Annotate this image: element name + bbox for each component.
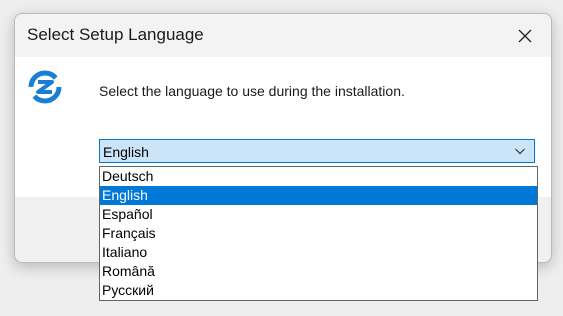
language-option-deutsch[interactable]: Deutsch xyxy=(100,167,537,186)
chevron-down-icon xyxy=(515,148,525,155)
language-select[interactable]: English xyxy=(99,139,535,163)
title-bar: Select Setup Language xyxy=(15,14,551,57)
dialog-title: Select Setup Language xyxy=(27,25,204,44)
language-select-value: English xyxy=(103,144,149,160)
setup-logo-icon xyxy=(28,70,62,104)
close-icon xyxy=(518,29,532,42)
language-option-francais[interactable]: Français xyxy=(100,224,537,243)
language-option-russkiy[interactable]: Русский xyxy=(100,281,537,300)
language-dropdown-list[interactable]: Deutsch English Español Français Italian… xyxy=(99,166,538,301)
language-option-italiano[interactable]: Italiano xyxy=(100,243,537,262)
language-option-romana[interactable]: Română xyxy=(100,262,537,281)
language-option-english[interactable]: English xyxy=(100,186,537,205)
instruction-text: Select the language to use during the in… xyxy=(99,83,405,99)
close-button[interactable] xyxy=(503,14,547,57)
language-option-espanol[interactable]: Español xyxy=(100,205,537,224)
